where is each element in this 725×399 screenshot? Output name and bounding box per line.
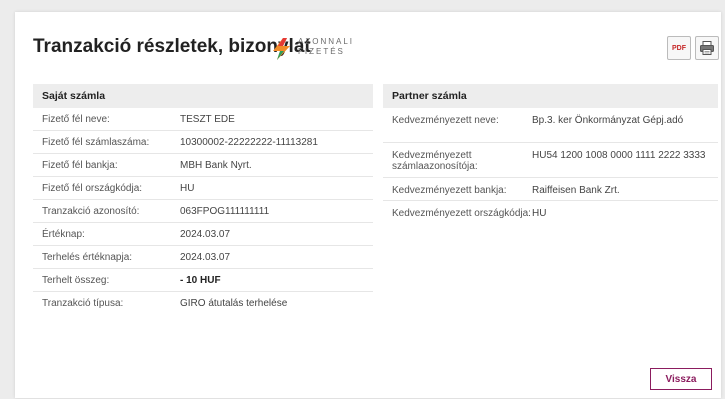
detail-row: Fizető fél neve: TESZT EDE <box>33 108 373 131</box>
detail-value: HU <box>532 208 547 219</box>
print-button[interactable] <box>695 36 719 60</box>
detail-row: Kedvezményezett neve: Bp.3. ker Önkormán… <box>383 108 718 143</box>
detail-row: Terhelés értéknapja: 2024.03.07 <box>33 246 373 269</box>
detail-label: Kedvezményezett bankja: <box>392 185 507 196</box>
detail-label: Tranzakció típusa: <box>42 297 124 309</box>
detail-value: MBH Bank Nyrt. <box>180 159 252 171</box>
detail-value: HU <box>180 182 195 194</box>
detail-value: GIRO átutalás terhelése <box>180 297 288 309</box>
detail-value: 063FPOG111111111 <box>180 205 270 217</box>
own-account-panel: Saját számla Fizető fél neve: TESZT EDE … <box>33 84 373 314</box>
detail-value: Bp.3. ker Önkormányzat Gépj.adó <box>532 115 684 126</box>
detail-row: Kedvezményezett országkódja: HU <box>383 201 718 235</box>
detail-label: Tranzakció azonosító: <box>42 205 140 217</box>
detail-row: Kedvezményezett bankja: Raiffeisen Bank … <box>383 178 718 201</box>
detail-row: Tranzakció azonosító: 063FPOG111111111 <box>33 200 373 223</box>
detail-row: Értéknap: 2024.03.07 <box>33 223 373 246</box>
detail-value: 2024.03.07 <box>180 251 231 263</box>
detail-label: Kedvezményezett számlaazonosítója: <box>392 150 478 172</box>
detail-label: Fizető fél bankja: <box>42 159 118 171</box>
transaction-details-card: Tranzakció részletek, bizonylat AZONNALI… <box>15 12 721 398</box>
logo-text: AZONNALI FIZETÉS <box>298 37 355 56</box>
detail-label: Terhelés értéknapja: <box>42 251 133 263</box>
detail-label: Fizető fél országkódja: <box>42 182 143 194</box>
detail-label: Fizető fél számlaszáma: <box>42 136 150 148</box>
detail-row: Terhelt összeg: - 10 HUF <box>33 269 373 292</box>
partner-account-panel: Partner számla Kedvezményezett neve: Bp.… <box>383 84 718 235</box>
detail-value: 2024.03.07 <box>180 228 231 240</box>
lightning-icon <box>273 38 290 60</box>
partner-account-heading: Partner számla <box>383 84 718 108</box>
detail-label: Kedvezményezett országkódja: <box>392 208 531 219</box>
detail-value: Raiffeisen Bank Zrt. <box>532 185 620 196</box>
detail-row: Fizető fél országkódja: HU <box>33 177 373 200</box>
detail-row: Fizető fél bankja: MBH Bank Nyrt. <box>33 154 373 177</box>
detail-value: HU54 1200 1008 0000 1111 2222 3333 <box>532 150 706 161</box>
detail-label: Fizető fél neve: <box>42 113 110 125</box>
charged-amount-value: - 10 HUF <box>180 274 221 286</box>
detail-value: TESZT EDE <box>180 113 235 125</box>
pdf-icon: PDF <box>672 44 686 52</box>
detail-label: Terhelt összeg: <box>42 274 110 286</box>
pdf-download-button[interactable]: PDF <box>667 36 691 60</box>
detail-value: 10300002-22222222-11113281 <box>180 136 318 148</box>
detail-row: Kedvezményezett számlaazonosítója: HU54 … <box>383 143 718 178</box>
own-account-heading: Saját számla <box>33 84 373 108</box>
detail-row: Fizető fél számlaszáma: 10300002-2222222… <box>33 131 373 154</box>
detail-row: Tranzakció típusa: GIRO átutalás terhelé… <box>33 292 373 314</box>
printer-icon <box>700 41 714 55</box>
back-button[interactable]: Vissza <box>650 368 712 390</box>
detail-label: Értéknap: <box>42 228 85 240</box>
detail-label: Kedvezményezett neve: <box>392 115 499 126</box>
